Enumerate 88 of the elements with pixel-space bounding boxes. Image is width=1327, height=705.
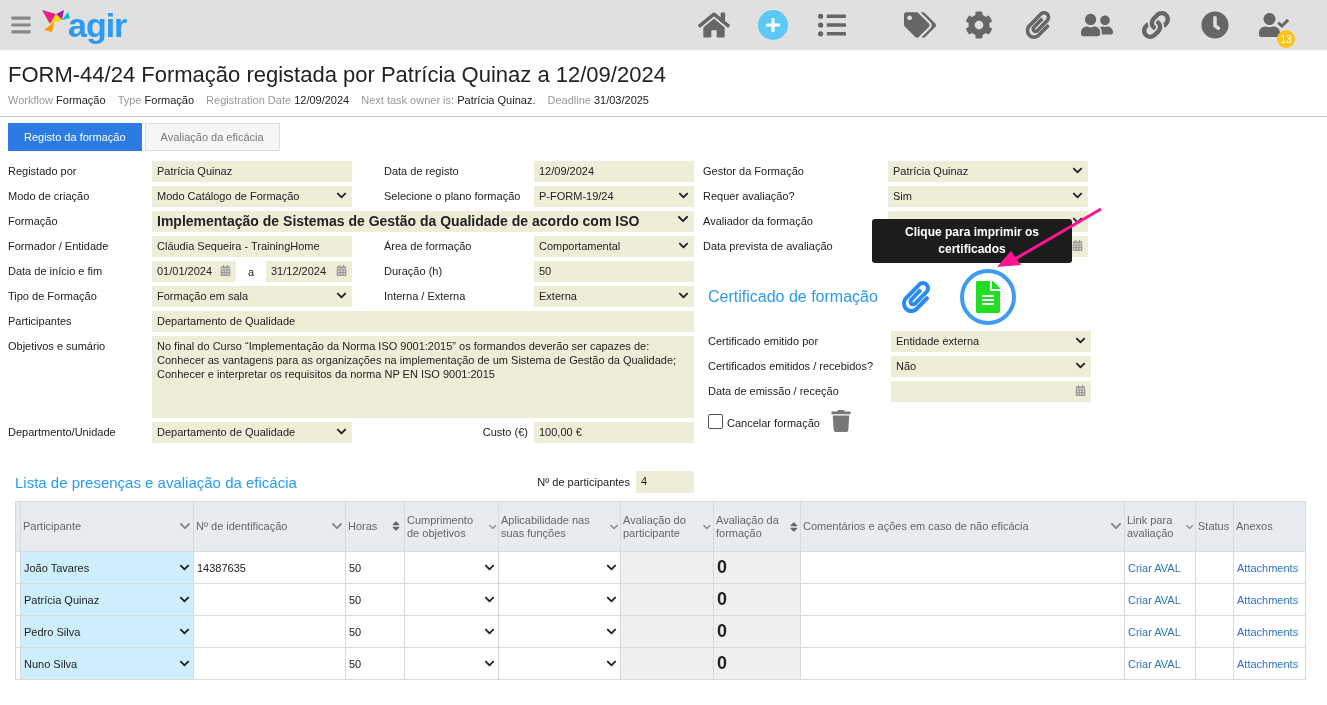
text-field[interactable]: Cláudia Sequeira - TrainingHome <box>152 236 352 257</box>
select-field[interactable]: Comportamental <box>534 236 694 257</box>
meta-value: 31/03/2025 <box>593 94 649 106</box>
section-title: Certificado de formação <box>708 288 878 306</box>
tab[interactable]: Registo da formação <box>8 123 142 151</box>
field-label: Participantes <box>8 314 72 327</box>
column-header[interactable]: Avaliação da formação <box>713 501 801 552</box>
field-label: Certificados emitidos / recebidos? <box>708 359 874 372</box>
select-field[interactable]: Sim <box>888 186 1088 207</box>
notification-badge: 13 <box>1277 30 1295 48</box>
meta-label: Next task owner is: <box>361 94 455 106</box>
select-field[interactable]: Implementação de Sistemas de Gestão da Qualidade de acordo com ISO <box>152 211 694 232</box>
table-cell: 0 <box>713 583 801 616</box>
text-field[interactable]: 50 <box>534 261 694 282</box>
field-label: Selecione o plano formação <box>384 189 521 202</box>
select-field[interactable]: Patrícia Quinaz <box>888 161 1088 182</box>
participant-select[interactable]: Pedro Silva <box>20 615 194 648</box>
field-label: Avaliador da formação <box>703 214 813 227</box>
meta-value: Formação <box>56 94 106 106</box>
table-cell: 50 <box>345 551 405 584</box>
field-label: Duração (h) <box>384 264 443 277</box>
table-cell: 50 <box>345 583 405 616</box>
select-field[interactable]: Não <box>891 356 1091 377</box>
meta-label: Registration Date <box>206 94 292 106</box>
text-field[interactable]: 100,00 € <box>534 422 694 443</box>
table-cell: 50 <box>345 615 405 648</box>
text-area[interactable]: No final do Curso “Implementação da Norma ISO 9001:2015” os formandos deverão ser capazes de: Conhecer as vantagens para as organizações na implementação de um Sistema de Gestão da Qualidade; Conhecer e interpretar os requisitos da norma NP EN ISO 9001:2015 <box>152 336 694 418</box>
field-label: Data prevista de avaliação <box>703 239 833 252</box>
table-cell: 0 <box>713 551 801 584</box>
logo-text: agir <box>68 8 127 42</box>
field-label: Requer avaliação? <box>703 189 795 202</box>
select-field[interactable]: Modo Catálogo de Formação <box>152 186 352 207</box>
meta-value: Formação <box>144 94 195 106</box>
column-header[interactable]: Avaliação do participante <box>620 501 714 552</box>
participant-select[interactable]: Patrícia Quinaz <box>20 583 194 616</box>
meta-label: Deadline <box>547 94 591 106</box>
participant-select[interactable]: Nuno Silva <box>20 647 194 680</box>
meta-label: Workflow <box>8 94 54 106</box>
column-header[interactable]: Status <box>1195 501 1234 552</box>
table-cell: 0 <box>713 647 801 680</box>
field-label: Data de início e fim <box>8 264 103 277</box>
column-header[interactable]: Link para avaliação <box>1124 501 1196 552</box>
select-field[interactable]: P-FORM-19/24 <box>534 186 694 207</box>
page-title: FORM-44/24 Formação registada por Patrícia Quinaz a 12/09/2024 <box>8 62 667 88</box>
field-label: Departmento/Unidade <box>8 425 116 438</box>
field-label: Custo (€) <box>482 425 528 438</box>
select-field[interactable]: Externa <box>534 286 694 307</box>
field-label: Registado por <box>8 164 77 177</box>
field-label: Data de emissão / receção <box>708 384 839 397</box>
meta-value: Patrícia Quinaz. <box>457 94 536 106</box>
range-separator: a <box>246 265 256 278</box>
field-label: Objetivos e sumário <box>8 339 106 352</box>
tooltip: Clique para imprimir os certificados <box>872 219 1072 263</box>
checkbox-label: Cancelar formação <box>727 416 820 429</box>
field-label: Tipo de Formação <box>8 289 97 302</box>
column-header[interactable]: Comentários e ações em caso de não eficácia <box>800 501 1125 552</box>
column-header[interactable]: Aplicabilidade nas suas funções <box>498 501 621 552</box>
select-field[interactable]: Formação em sala <box>152 286 352 307</box>
section-title: Lista de presenças e avaliação da eficácia <box>15 473 297 491</box>
field-label: Área de formação <box>384 239 472 252</box>
column-header[interactable]: Anexos <box>1233 501 1306 552</box>
date-field[interactable]: 31/12/2024 <box>266 261 352 282</box>
text-field[interactable]: 12/09/2024 <box>534 161 694 182</box>
select-field[interactable]: Entidade externa <box>891 331 1091 352</box>
tab[interactable]: Avaliação da eficácia <box>144 123 280 151</box>
table-cell: 0 <box>713 615 801 648</box>
field-label: Certificado emitido por <box>708 334 819 347</box>
column-header[interactable]: Horas <box>345 501 405 552</box>
meta-label: Type <box>117 94 142 106</box>
text-field[interactable]: Departamento de Qualidade <box>152 311 694 332</box>
column-header[interactable]: Nº de identificação <box>193 501 346 552</box>
participant-select[interactable]: João Tavares <box>20 551 194 584</box>
table-cell: 14387635 <box>193 551 346 584</box>
column-header[interactable]: Cumprimento de objetivos <box>404 501 499 552</box>
meta-value: 12/09/2024 <box>294 94 350 106</box>
field-label: Modo de criação <box>8 189 90 202</box>
text-field[interactable]: Patrícia Quinaz <box>152 161 352 182</box>
field-label: Formador / Entidade <box>8 239 109 252</box>
field-label: Interna / Externa <box>384 289 466 302</box>
column-header[interactable]: Participante <box>20 501 194 552</box>
field-label: Nº de participantes <box>537 476 630 488</box>
date-field[interactable]: 01/01/2024 <box>152 261 236 282</box>
field-label: Gestor da Formação <box>703 164 804 177</box>
table-cell: 50 <box>345 647 405 680</box>
field-label: Data de registo <box>384 164 459 177</box>
select-field[interactable]: Departamento de Qualidade <box>152 422 352 443</box>
field-label: Formação <box>8 214 58 227</box>
count-field[interactable]: 4 <box>636 471 694 493</box>
